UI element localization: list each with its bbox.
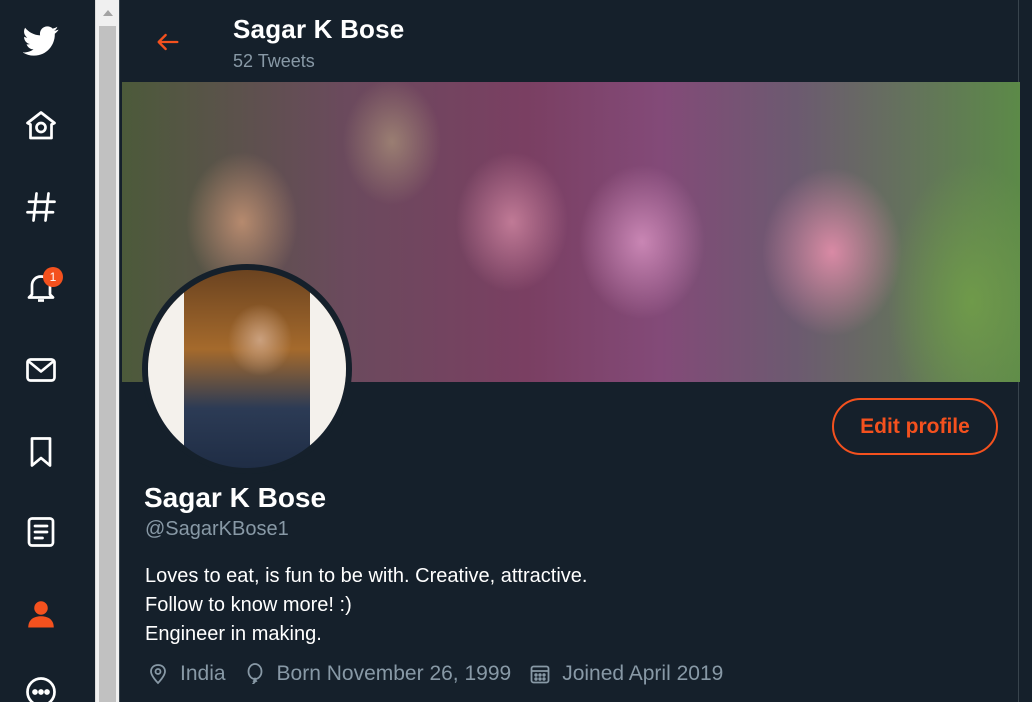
bookmark-icon[interactable] [17,428,65,476]
birthday-text: Born November 26, 1999 [276,662,512,685]
location-text: India [180,662,226,685]
location-item: India [146,662,226,686]
app-root: 1 Sagar K Bose 52 Tweets Edit profile Sa… [0,0,1032,702]
scrollbar[interactable] [95,0,119,702]
bio-line: Loves to eat, is fun to be with. Creativ… [145,565,588,587]
avatar[interactable] [142,264,352,474]
profile-icon[interactable] [17,590,65,638]
notification-badge: 1 [43,267,63,287]
hashtag-icon[interactable] [17,183,65,231]
bio-line: Follow to know more! :) [145,594,352,616]
profile-meta: India Born November 26, 1999 Joined Apri… [146,662,740,686]
scroll-up-arrow-icon[interactable] [100,2,116,22]
profile-header-bar: Sagar K Bose 52 Tweets [120,0,1020,82]
header-tweet-count: 52 Tweets [233,51,315,71]
profile-name: Sagar K Bose [144,482,327,513]
home-icon[interactable] [17,102,65,150]
profile-column: Sagar K Bose 52 Tweets Edit profile Saga… [119,0,1020,702]
joined-item: Joined April 2019 [528,662,723,686]
scroll-thumb[interactable] [99,26,116,702]
notifications-icon[interactable]: 1 [17,263,65,311]
avatar-image [148,270,346,468]
back-arrow-icon[interactable] [150,24,186,60]
birthday-item: Born November 26, 1999 [243,662,512,686]
edit-profile-button[interactable]: Edit profile [832,398,998,455]
calendar-icon [530,665,550,684]
profile-handle: @SagarKBose1 [145,518,289,540]
profile-bio: Loves to eat, is fun to be with. Creativ… [145,562,587,649]
bio-line: Engineer in making. [145,623,322,645]
header-profile-name: Sagar K Bose [233,14,405,44]
balloon-icon [247,663,262,685]
more-icon[interactable] [17,668,65,702]
left-nav: 1 [0,0,95,702]
joined-text: Joined April 2019 [562,662,724,685]
envelope-icon[interactable] [17,346,65,394]
twitter-logo-icon[interactable] [17,16,65,64]
location-pin-icon [150,664,166,685]
list-icon[interactable] [17,508,65,556]
